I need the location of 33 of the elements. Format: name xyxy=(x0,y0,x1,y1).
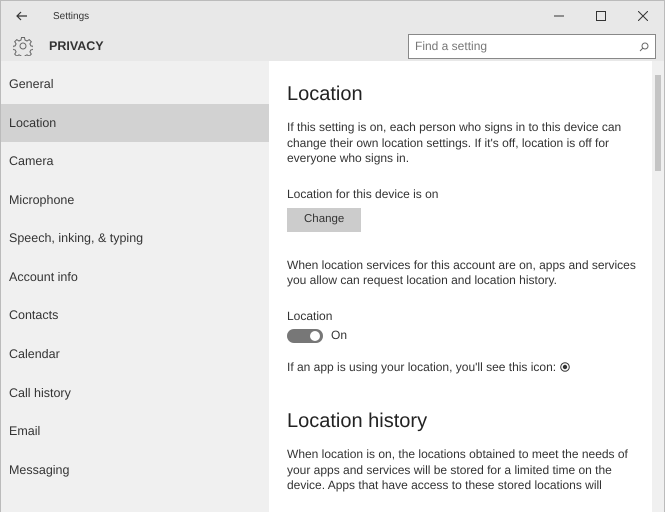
toggle-state-text: On xyxy=(331,328,348,344)
maximize-icon xyxy=(596,11,606,21)
sidebar-item[interactable]: Messaging xyxy=(1,450,269,490)
location-indicator-icon xyxy=(560,362,570,372)
close-icon xyxy=(638,11,648,21)
sidebar-item[interactable]: Microphone xyxy=(1,180,269,220)
sidebar-item[interactable]: Email xyxy=(1,412,269,451)
section-heading: Location history xyxy=(287,409,428,433)
toggle-label: Location xyxy=(287,308,334,324)
back-arrow-icon xyxy=(16,11,28,21)
section-heading: Location xyxy=(287,82,364,106)
status-text: Location for this device is on xyxy=(287,186,440,202)
scrollbar[interactable] xyxy=(652,61,664,512)
page-title: PRIVACY xyxy=(49,38,104,55)
description-text: When location is on, the locations obtained to meet the needs of your apps and services will be stored for a limited time on the device. Apps that have access to these stored locations will xyxy=(287,447,629,494)
sidebar-item[interactable]: Speech, inking, & typing xyxy=(1,219,269,258)
sidebar-item[interactable]: Calendar xyxy=(1,335,269,374)
sidebar-item[interactable]: Call history xyxy=(1,374,269,412)
window-title: Settings xyxy=(53,10,90,24)
change-button[interactable]: Change xyxy=(287,208,362,232)
search-field[interactable]: Find a setting xyxy=(408,34,656,58)
settings-icon xyxy=(13,36,33,56)
search-icon xyxy=(639,42,649,52)
note-text: If an app is using your location, you'll see this icon: xyxy=(287,360,556,375)
scroll-thumb[interactable] xyxy=(655,75,661,171)
toggle-switch[interactable] xyxy=(287,328,323,343)
sidebar-item[interactable]: General xyxy=(1,65,269,104)
sidebar-item[interactable]: Contacts xyxy=(1,296,269,336)
sidebar-item[interactable]: Location xyxy=(1,104,269,142)
sidebar-item[interactable]: Account info xyxy=(1,258,269,297)
sidebar-item[interactable]: Camera xyxy=(1,142,269,181)
description-text: If this setting is on, each person who signs in to this device can change their own location settings. If it's off, location is off for everyone who signs in. xyxy=(287,120,622,166)
description-text: When location services for this account are on, apps and services you allow can request location and location history. xyxy=(287,258,637,288)
